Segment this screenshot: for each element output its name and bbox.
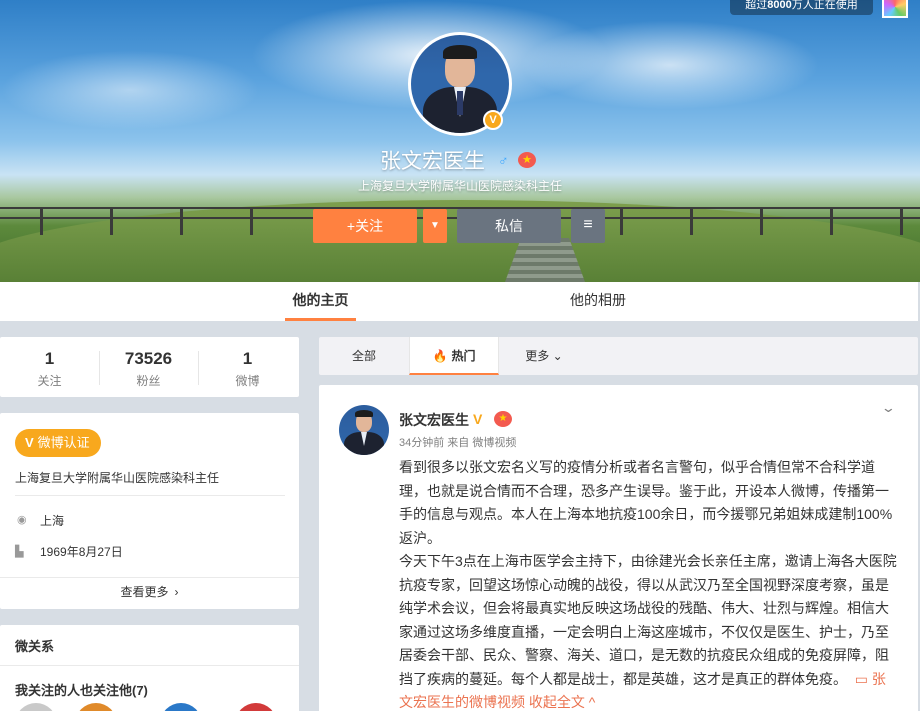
usage-badge: 超过8000万人正在使用 xyxy=(730,0,873,15)
post-body: 看到很多以张文宏名义写的疫情分析或者名言警句，似乎合情但常不合科学道理，也就是说… xyxy=(399,456,899,711)
location-icon: ◉ xyxy=(17,514,27,526)
chevron-right-icon: › xyxy=(174,585,179,599)
chevron-down-icon[interactable]: ⌄ xyxy=(881,400,903,416)
feed-tab-more[interactable]: 更多 ⌄ xyxy=(499,337,589,375)
relation-title: 微关系 xyxy=(15,639,55,654)
video-icon: ▭ xyxy=(854,670,869,687)
follow-dropdown-button[interactable]: ▼ xyxy=(423,209,447,243)
divider xyxy=(15,495,285,496)
profile-tabbar: 他的主页 他的相册 xyxy=(0,282,918,321)
message-button[interactable]: 私信 xyxy=(457,209,561,243)
chevron-down-icon: ⌄ xyxy=(552,349,563,363)
more-menu-button[interactable]: ≡ xyxy=(571,209,605,243)
stats-card: 1 关注 73526 粉丝 1 微博 xyxy=(0,337,299,397)
post-author[interactable]: 张文宏医生 xyxy=(399,410,469,430)
tab-home[interactable]: 他的主页 xyxy=(285,282,356,321)
stat-following[interactable]: 1 关注 xyxy=(0,337,99,397)
follow-button[interactable]: +关注 xyxy=(313,209,417,243)
collapse-link[interactable]: 收起全文 ^ xyxy=(529,694,595,710)
tab-album[interactable]: 他的相册 xyxy=(562,282,634,321)
profile-name: 张文宏医生 xyxy=(380,150,485,173)
weibo-verified-badge[interactable]: V 微博认证 xyxy=(15,429,101,457)
view-more-link[interactable]: 查看更多 › xyxy=(0,583,299,600)
location-text: 上海 xyxy=(40,514,65,528)
profile-description: 上海复旦大学附属华山医院感染科主任 xyxy=(357,179,562,193)
verified-org: 上海复旦大学附属华山医院感染科主任 xyxy=(15,471,220,485)
divider xyxy=(0,665,299,666)
post-avatar[interactable] xyxy=(339,405,389,455)
stat-posts[interactable]: 1 微博 xyxy=(198,337,297,397)
feed-tab-all[interactable]: 全部 xyxy=(319,337,409,375)
vip-icon[interactable]: ★ xyxy=(494,411,512,427)
fire-icon: 🔥 xyxy=(432,349,448,363)
male-icon: ♂ xyxy=(498,152,509,168)
verified-badge-icon: V xyxy=(483,110,503,130)
birthday-cake-icon: ▙ xyxy=(15,546,24,558)
birthday-text: 1969年8月27日 xyxy=(40,545,123,559)
stat-followers[interactable]: 73526 粉丝 xyxy=(99,337,198,397)
post-paragraph: 看到很多以张文宏名义写的疫情分析或者名言警句，似乎合情但常不合科学道理，也就是说… xyxy=(399,459,893,546)
divider xyxy=(0,577,299,578)
feed-tab-hot[interactable]: 🔥 热门 xyxy=(409,337,499,375)
skin-icon[interactable] xyxy=(882,0,908,18)
post-paragraph: 今天下午3点在上海市医学会主持下，由徐建光会长亲任主席，邀请上海各大医院抗疫专家… xyxy=(399,553,897,710)
mutual-followers-title[interactable]: 我关注的人也关注他(7) xyxy=(15,680,148,699)
verified-icon: V xyxy=(473,411,483,427)
post-meta[interactable]: 34分钟前 来自 微博视频 xyxy=(399,434,516,450)
vip-icon[interactable]: ★ xyxy=(518,152,536,168)
